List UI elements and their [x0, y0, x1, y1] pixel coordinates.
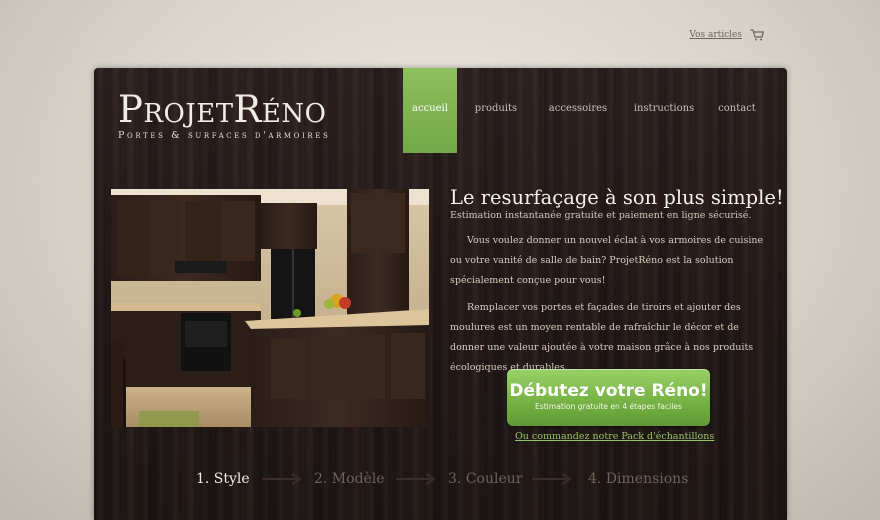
intro-paragraph-2: Remplacer vos portes et façades de tiroi…	[450, 302, 754, 373]
logo-title: ProjetRéno	[118, 88, 327, 131]
step-arrow-icon	[532, 473, 572, 485]
kitchen-photo	[111, 189, 429, 427]
steps-bar: 1. Style 2. Modèle 3. Couleur 4. Dimensi…	[94, 466, 787, 496]
logo-subtitle: Portes & surfaces d'armoires	[118, 130, 331, 141]
step-arrow-icon	[262, 473, 302, 485]
step-style[interactable]: 1. Style	[196, 471, 250, 487]
sample-pack-link[interactable]: Ou commandez notre Pack d'échantillons	[515, 431, 714, 442]
logo[interactable]: ProjetRéno Portes & surfaces d'armoires	[118, 88, 330, 142]
nav-item-instructions[interactable]: instructions	[617, 68, 711, 153]
start-reno-button[interactable]: Débutez votre Réno! Estimation gratuite …	[507, 369, 710, 426]
page-headline: Le resurfaçage à son plus simple!	[450, 186, 784, 209]
your-articles-link[interactable]: Vos articles	[689, 30, 742, 40]
page-subheadline: Estimation instantanée gratuite et paiem…	[450, 210, 752, 221]
step-modele[interactable]: 2. Modèle	[314, 471, 385, 487]
nav-item-accessoires[interactable]: accessoires	[533, 68, 623, 153]
step-arrow-icon	[396, 473, 436, 485]
nav-item-produits[interactable]: produits	[463, 68, 529, 153]
main-panel: ProjetRéno Portes & surfaces d'armoires …	[94, 68, 787, 520]
shopping-cart-icon[interactable]	[750, 29, 764, 41]
start-reno-button-label: Débutez votre Réno!	[509, 381, 708, 401]
step-couleur[interactable]: 3. Couleur	[448, 471, 522, 487]
intro-paragraph-1: Vous voulez donner un nouvel éclat à vos…	[450, 235, 764, 286]
nav-item-contact[interactable]: contact	[699, 68, 775, 153]
top-utility-bar: Vos articles	[689, 29, 764, 41]
nav-item-accueil[interactable]: accueil	[403, 68, 457, 153]
step-dimensions[interactable]: 4. Dimensions	[588, 471, 688, 487]
start-reno-button-sublabel: Estimation gratuite en 4 étapes faciles	[534, 402, 683, 411]
